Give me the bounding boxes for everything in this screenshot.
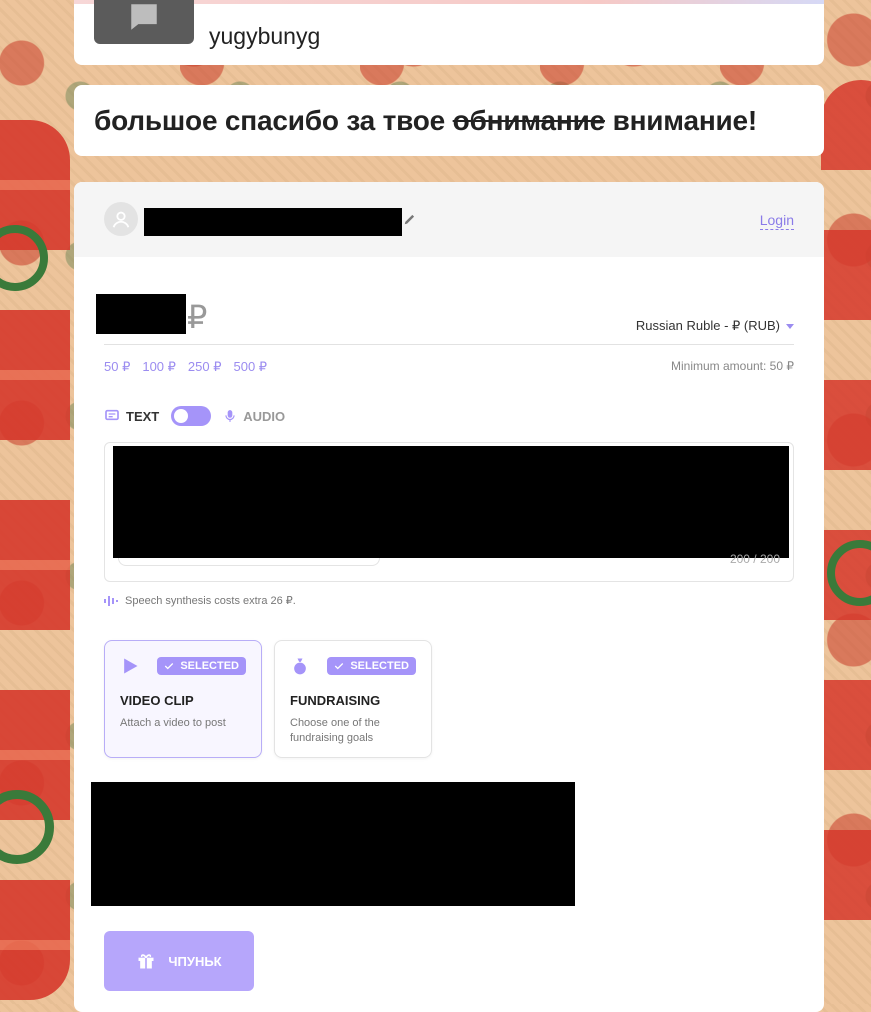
amount-divider xyxy=(104,344,794,345)
option-description: Attach a video to post xyxy=(120,717,226,729)
redacted-name-input[interactable] xyxy=(144,208,402,236)
selected-badge: SELECTED xyxy=(327,657,416,675)
form-header: Login xyxy=(74,182,824,257)
profile-card: yugybunyg xyxy=(74,0,824,65)
preset-amount-button[interactable]: 500 ₽ xyxy=(234,359,268,375)
message-mode-switch: TEXT AUDIO xyxy=(104,406,285,426)
check-icon xyxy=(335,663,344,670)
option-title: VIDEO CLIP xyxy=(120,693,194,708)
thanks-text-part: большое спасибо за твое xyxy=(94,104,453,136)
toggle-knob xyxy=(174,409,189,423)
redacted-amount-input[interactable] xyxy=(96,294,186,334)
login-link[interactable]: Login xyxy=(759,212,794,230)
thanks-text-part: внимание! xyxy=(604,104,758,136)
speech-synthesis-note: Speech synthesis costs extra 26 ₽. xyxy=(104,594,296,607)
mode-audio-label[interactable]: AUDIO xyxy=(243,409,285,424)
text-message-icon xyxy=(105,409,119,421)
donation-form: Login ₽ Russian Ruble - ₽ (RUB) 50 ₽ 100… xyxy=(74,182,824,1012)
selected-badge-label: SELECTED xyxy=(180,660,239,672)
submit-donation-button[interactable]: ЧПУНЬК xyxy=(104,931,254,991)
microphone-icon xyxy=(225,410,235,422)
streamer-avatar xyxy=(94,0,194,44)
mode-text-label[interactable]: TEXT xyxy=(126,409,159,424)
play-icon xyxy=(124,658,138,674)
fundraising-option[interactable]: SELECTED FUNDRAISING Choose one of the f… xyxy=(274,640,432,758)
currency-symbol: ₽ xyxy=(187,299,208,335)
gift-icon xyxy=(138,954,154,969)
preset-amount-button[interactable]: 100 ₽ xyxy=(142,359,176,375)
speech-synthesis-text: Speech synthesis costs extra 26 ₽. xyxy=(125,595,296,607)
background-pattern-red-right xyxy=(821,80,871,980)
submit-button-label: ЧПУНЬК xyxy=(168,953,222,969)
preset-amount-button[interactable]: 250 ₽ xyxy=(188,359,222,375)
money-bag-icon xyxy=(294,658,306,675)
preset-amount-button[interactable]: 50 ₽ xyxy=(104,359,130,375)
selected-badge-label: SELECTED xyxy=(350,660,409,672)
redacted-content-block xyxy=(91,782,575,906)
redacted-message-text xyxy=(113,446,789,558)
streamer-username: yugybunyg xyxy=(209,23,321,49)
currency-dropdown[interactable]: Russian Ruble - ₽ (RUB) xyxy=(636,318,794,334)
thanks-struck-word: обнимание xyxy=(452,104,606,136)
option-title: FUNDRAISING xyxy=(290,693,381,708)
currency-dropdown-value: Russian Ruble - ₽ (RUB) xyxy=(635,318,780,333)
check-icon xyxy=(165,663,174,670)
minimum-amount-label: Minimum amount: 50 ₽ xyxy=(670,359,794,373)
option-description: Choose one of the fundraising goals xyxy=(290,717,380,744)
thanks-message-card: большое спасибо за твое обнимание вниман… xyxy=(74,85,824,156)
pencil-icon[interactable] xyxy=(403,212,417,226)
amount-presets: 50 ₽ 100 ₽ 250 ₽ 500 ₽ xyxy=(104,359,267,375)
waveform-icon xyxy=(104,595,118,606)
chat-bubble-icon xyxy=(131,4,157,30)
user-avatar-icon xyxy=(104,202,138,236)
selected-badge: SELECTED xyxy=(157,657,246,675)
video-clip-option[interactable]: SELECTED VIDEO CLIP Attach a video to po… xyxy=(104,640,262,758)
caret-down-icon xyxy=(786,323,794,329)
character-counter: 200 / 200 xyxy=(729,552,780,566)
thanks-message: большое спасибо за твое обнимание вниман… xyxy=(94,105,757,137)
mode-toggle[interactable] xyxy=(171,406,212,426)
